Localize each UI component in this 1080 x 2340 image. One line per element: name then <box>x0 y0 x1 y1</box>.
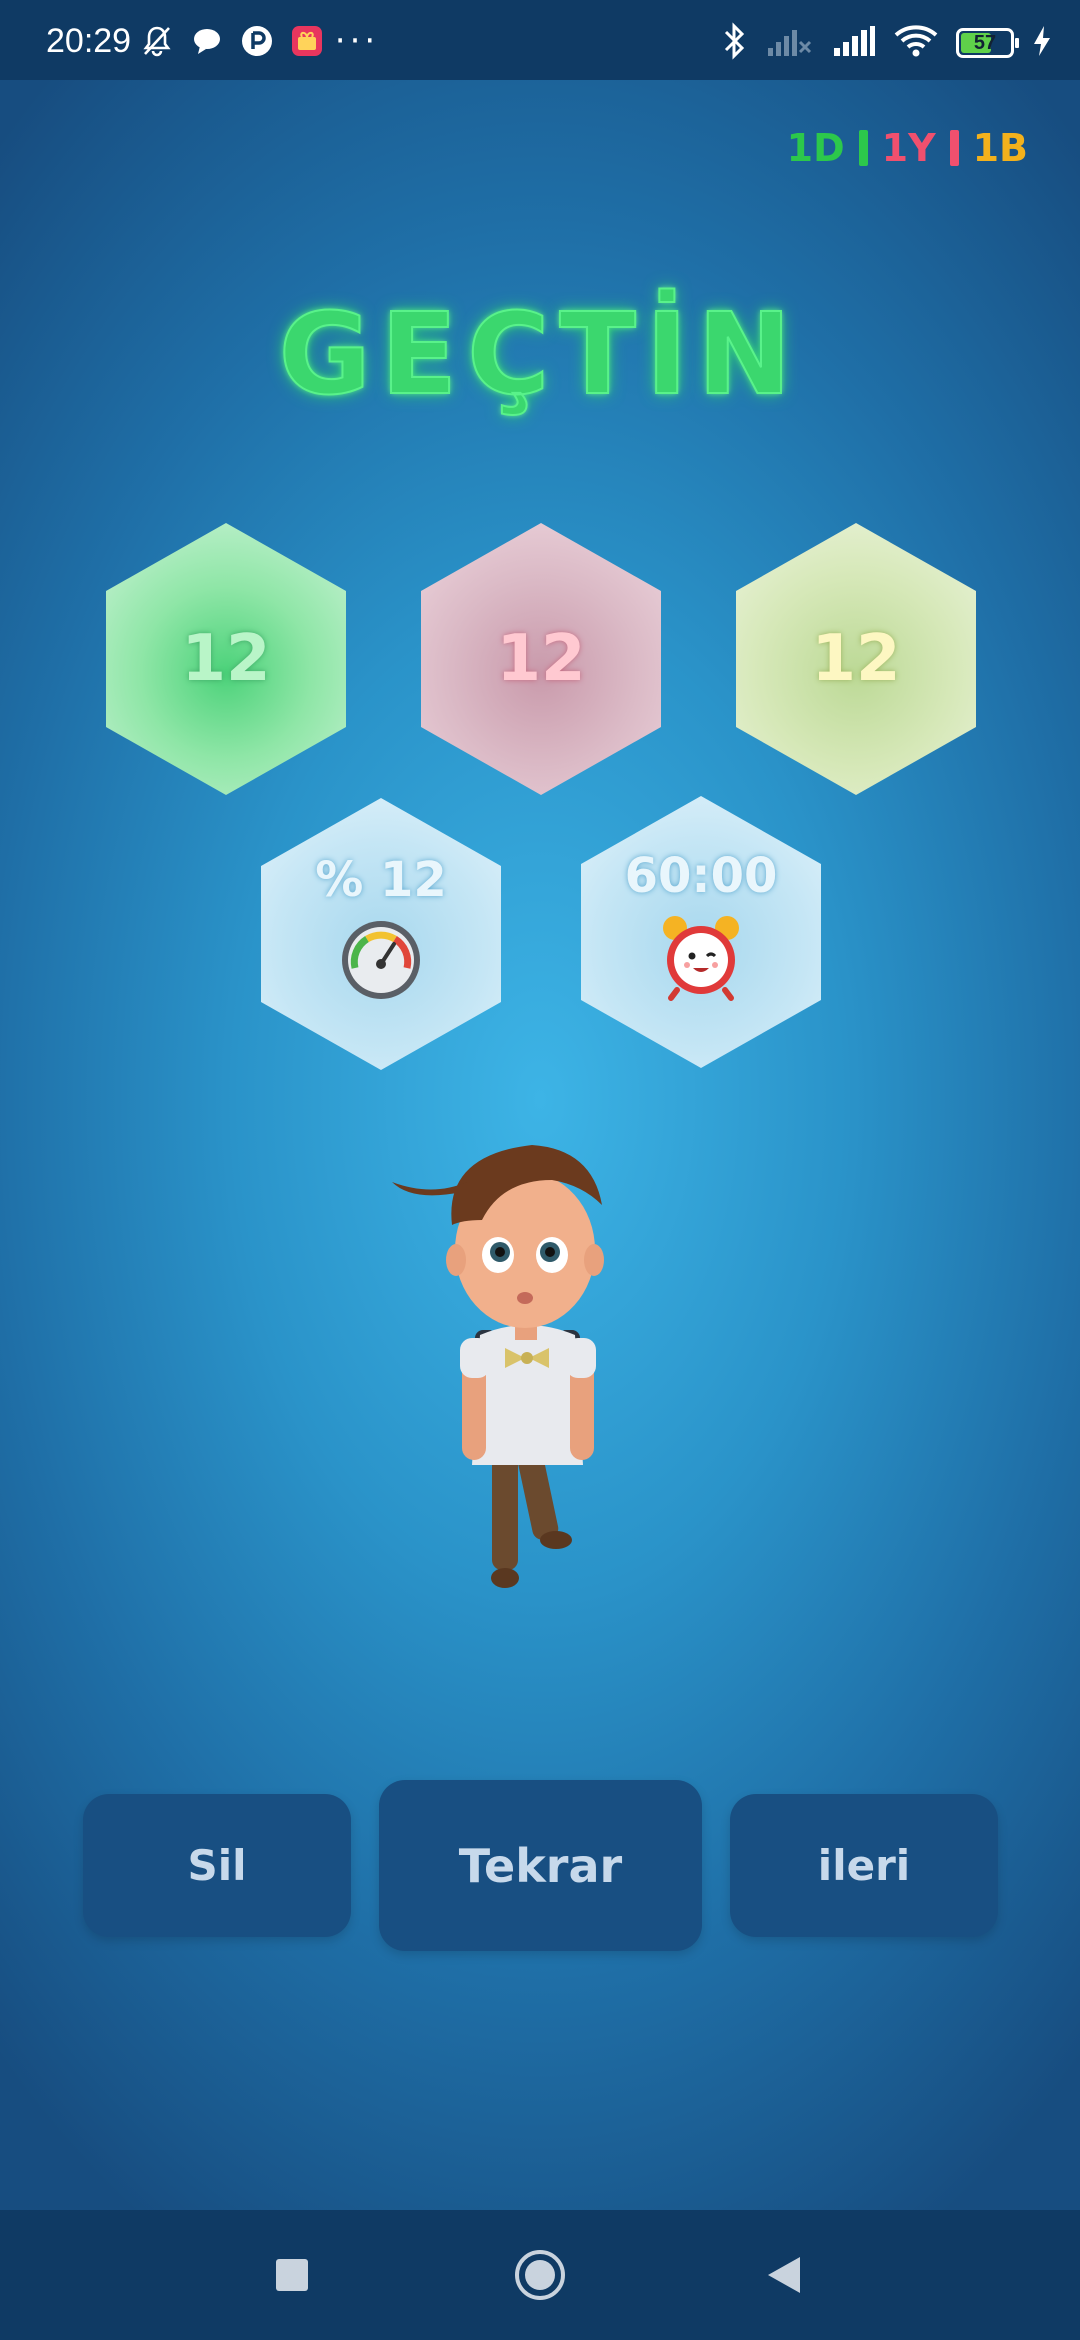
blank-count-hex: 12 <box>736 523 976 795</box>
correct-count: 12 <box>181 622 271 696</box>
circle-icon[interactable] <box>514 2249 566 2305</box>
wrong-count-hex: 12 <box>421 523 661 795</box>
result-title: GEÇTİN <box>278 289 802 421</box>
p-app-icon <box>240 24 274 58</box>
bell-off-icon <box>140 24 174 58</box>
gift-app-icon <box>290 24 324 58</box>
separator <box>949 130 959 166</box>
percent-hex: % 12 <box>261 798 501 1070</box>
speedometer-icon <box>339 918 423 1006</box>
back-triangle-icon[interactable] <box>764 2255 804 2299</box>
signal-icon <box>832 24 876 62</box>
more-dots-icon: ··· <box>334 21 380 61</box>
navigation-bar <box>0 2210 1080 2340</box>
alarm-clock-icon <box>655 910 747 1006</box>
correct-count-hex: 12 <box>106 523 346 795</box>
battery-level: 57 <box>973 32 997 54</box>
delete-button[interactable]: Sil <box>83 1794 351 1937</box>
wifi-icon <box>894 24 938 62</box>
bluetooth-icon <box>722 22 748 64</box>
signal-off-icon <box>766 24 814 62</box>
time-value: 60:00 <box>624 848 778 904</box>
blank-count: 12 <box>811 622 901 696</box>
correct-counter: 1D <box>786 126 845 170</box>
repeat-button[interactable]: Tekrar <box>379 1780 702 1951</box>
timer-hex: 60:00 <box>581 796 821 1068</box>
percent-value: % 12 <box>315 852 447 908</box>
square-icon[interactable] <box>274 2257 310 2297</box>
charging-icon <box>1032 24 1052 62</box>
status-bar: 20:29 ··· 57 <box>0 0 1080 80</box>
status-time: 20:29 <box>46 22 132 60</box>
score-counters: 1D 1Y 1B <box>787 126 1028 170</box>
blank-counter: 1B <box>972 126 1028 170</box>
next-button[interactable]: ileri <box>730 1794 998 1937</box>
chat-icon <box>190 24 224 58</box>
wrong-count: 12 <box>496 622 586 696</box>
battery-icon: 57 <box>956 28 1019 58</box>
wrong-counter: 1Y <box>881 126 936 170</box>
notification-icons: ··· <box>140 21 380 61</box>
separator <box>858 130 868 166</box>
boy-character-image <box>380 1130 650 1600</box>
system-icons: 57 <box>722 22 1052 64</box>
